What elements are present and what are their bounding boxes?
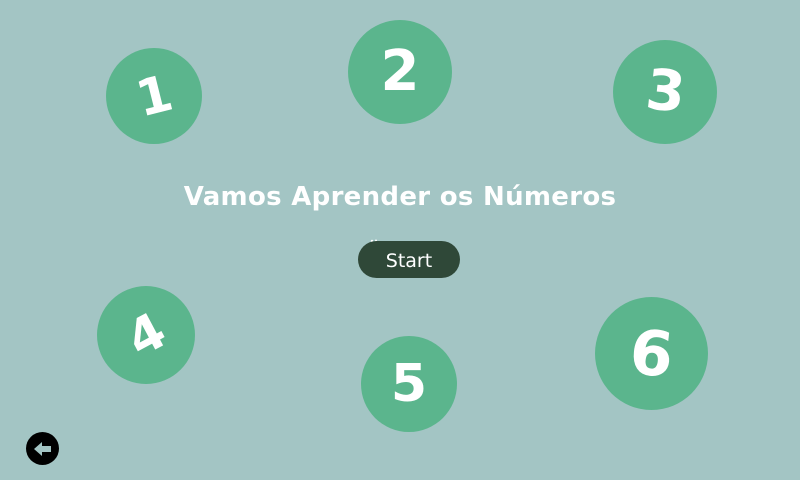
number-label: 1 bbox=[130, 63, 178, 129]
arrow-left-icon bbox=[33, 441, 51, 456]
start-button-label: Start bbox=[385, 249, 433, 272]
number-label: 2 bbox=[380, 39, 420, 104]
back-button[interactable] bbox=[26, 432, 59, 465]
number-label: 6 bbox=[626, 314, 677, 392]
start-button[interactable]: Start bbox=[358, 241, 460, 278]
page-title: Vamos Aprender os Números bbox=[183, 182, 617, 212]
number-label: 3 bbox=[642, 57, 688, 126]
number-bubble-4[interactable]: 4 bbox=[97, 286, 195, 384]
number-bubble-3[interactable]: 3 bbox=[613, 40, 717, 144]
number-bubble-1[interactable]: 1 bbox=[106, 48, 202, 144]
number-bubble-2[interactable]: 2 bbox=[348, 20, 452, 124]
number-label: 5 bbox=[390, 354, 428, 414]
number-label: 4 bbox=[117, 301, 175, 369]
number-bubble-6[interactable]: 6 bbox=[595, 297, 708, 410]
number-bubble-5[interactable]: 5 bbox=[361, 336, 457, 432]
